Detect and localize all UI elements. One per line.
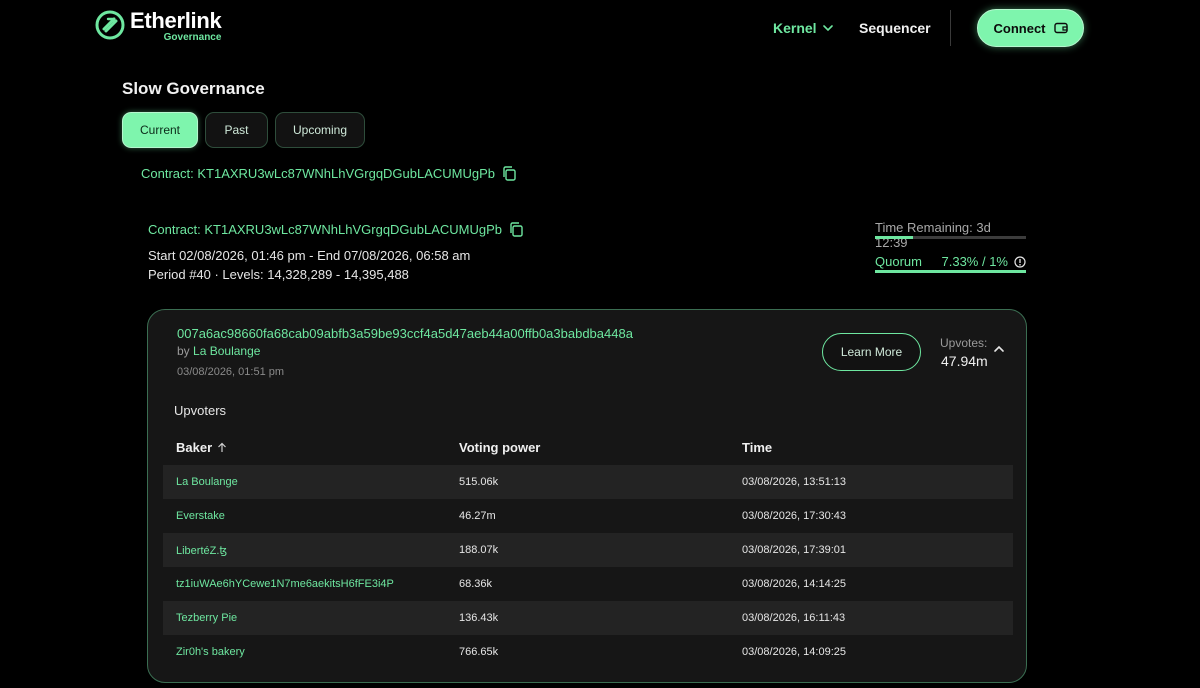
connect-label: Connect [993, 20, 1046, 36]
proposal-card: 007a6ac98660fa68cab09abfb3a59be93ccf4a5d… [147, 309, 1027, 683]
column-header-baker[interactable]: Baker [163, 440, 446, 455]
baker-name[interactable]: Everstake [163, 510, 446, 522]
column-header-baker-label: Baker [176, 439, 213, 455]
etherlink-logo[interactable]: Etherlink Governance [95, 8, 222, 43]
baker-name[interactable]: Zir0h's bakery [163, 646, 446, 658]
nav-sequencer-link[interactable]: Sequencer [859, 20, 931, 36]
period-contract-address: Contract: KT1AXRU3wLc87WNhLhVGrgqDGubLAC… [148, 222, 523, 237]
nav-kernel-dropdown[interactable]: Kernel [773, 20, 833, 36]
nav-kernel-label: Kernel [773, 20, 817, 36]
baker-name[interactable]: La Boulange [163, 476, 446, 488]
table-header: Baker Voting power Time [163, 429, 1013, 465]
period-dates: Start 02/08/2026, 01:46 pm - End 07/08/2… [148, 248, 471, 263]
table-row: Tezberry Pie 136.43k 03/08/2026, 16:11:4… [163, 601, 1013, 635]
voting-power: 188.07k [459, 544, 499, 556]
proposal-by-prefix: by [177, 344, 190, 358]
tab-current[interactable]: Current [122, 112, 198, 148]
arrow-up-icon [218, 442, 227, 452]
vote-time: 03/08/2026, 13:51:13 [742, 476, 846, 488]
voting-power: 766.65k [459, 646, 499, 658]
proposal-date: 03/08/2026, 01:51 pm [177, 366, 285, 378]
baker-name[interactable]: Tezberry Pie [163, 612, 446, 624]
copy-icon[interactable] [502, 166, 516, 181]
quorum-status: Quorum 7.33% / 1% [875, 254, 1026, 269]
time-remaining: Time Remaining: 3d 12:39 [875, 220, 991, 250]
connect-wallet-button[interactable]: Connect [977, 9, 1084, 47]
proposal-author-line: by La Boulange [177, 344, 260, 358]
proposal-hash[interactable]: 007a6ac98660fa68cab09abfb3a59be93ccf4a5d… [177, 326, 633, 341]
etherlink-logo-icon [95, 10, 125, 40]
chevron-down-icon [822, 24, 833, 31]
tab-upcoming[interactable]: Upcoming [275, 112, 365, 148]
upvotes-value: 47.94m [941, 353, 988, 369]
vote-time: 03/08/2026, 17:39:01 [742, 544, 846, 556]
copy-icon[interactable] [509, 222, 523, 237]
vote-time: 03/08/2026, 17:30:43 [742, 510, 846, 522]
table-row: Zir0h's bakery 766.65k 03/08/2026, 14:09… [163, 635, 1013, 669]
table-row: Everstake 46.27m 03/08/2026, 17:30:43 [163, 499, 1013, 533]
upvoters-title: Upvoters [174, 403, 227, 418]
voting-power: 46.27m [459, 510, 496, 522]
column-header-voting-power[interactable]: Voting power [446, 440, 729, 455]
table-row: tz1iuWAe6hYCewe1N7me6aekitsH6fFE3i4P 68.… [163, 567, 1013, 601]
logo-name: Etherlink [130, 8, 222, 33]
column-header-time[interactable]: Time [729, 440, 1013, 455]
chevron-up-icon[interactable] [993, 343, 1005, 355]
voting-power: 68.36k [459, 578, 493, 590]
period-contract-label: Contract: KT1AXRU3wLc87WNhLhVGrgqDGubLAC… [148, 222, 503, 237]
logo-subtitle: Governance [163, 32, 222, 43]
quorum-label: Quorum [875, 254, 922, 269]
tab-past[interactable]: Past [205, 112, 268, 148]
baker-name[interactable]: LibertéZ.ꜩ [163, 544, 446, 557]
upvotes-label: Upvotes: [940, 336, 988, 350]
contract-address: Contract: KT1AXRU3wLc87WNhLhVGrgqDGubLAC… [141, 166, 516, 181]
voting-power: 515.06k [459, 476, 499, 488]
time-remaining-bar-fill [875, 236, 913, 239]
wallet-icon [1053, 22, 1068, 34]
proposal-author[interactable]: La Boulange [193, 344, 260, 358]
quorum-value: 7.33% / 1% [941, 254, 1009, 269]
table-row: La Boulange 515.06k 03/08/2026, 13:51:13 [163, 465, 1013, 499]
info-icon[interactable] [1014, 255, 1026, 268]
top-navbar: Etherlink Governance Kernel Sequencer Co… [0, 0, 1200, 56]
page-title: Slow Governance [122, 79, 265, 98]
time-remaining-bar [875, 236, 1026, 239]
vote-time: 03/08/2026, 16:11:43 [742, 612, 846, 624]
period-levels: Period #40 · Levels: 14,328,289 - 14,395… [148, 267, 409, 282]
table-row: LibertéZ.ꜩ 188.07k 03/08/2026, 17:39:01 [163, 533, 1013, 567]
baker-name[interactable]: tz1iuWAe6hYCewe1N7me6aekitsH6fFE3i4P [163, 578, 446, 590]
learn-more-button[interactable]: Learn More [822, 333, 921, 371]
contract-label: Contract: KT1AXRU3wLc87WNhLhVGrgqDGubLAC… [141, 166, 496, 181]
quorum-bar [875, 270, 1026, 273]
vote-time: 03/08/2026, 14:09:25 [742, 646, 846, 658]
upvoters-table: Baker Voting power Time La Boulange 515.… [163, 429, 1013, 669]
voting-power: 136.43k [459, 612, 499, 624]
nav-divider [950, 10, 951, 46]
vote-time: 03/08/2026, 14:14:25 [742, 578, 846, 590]
